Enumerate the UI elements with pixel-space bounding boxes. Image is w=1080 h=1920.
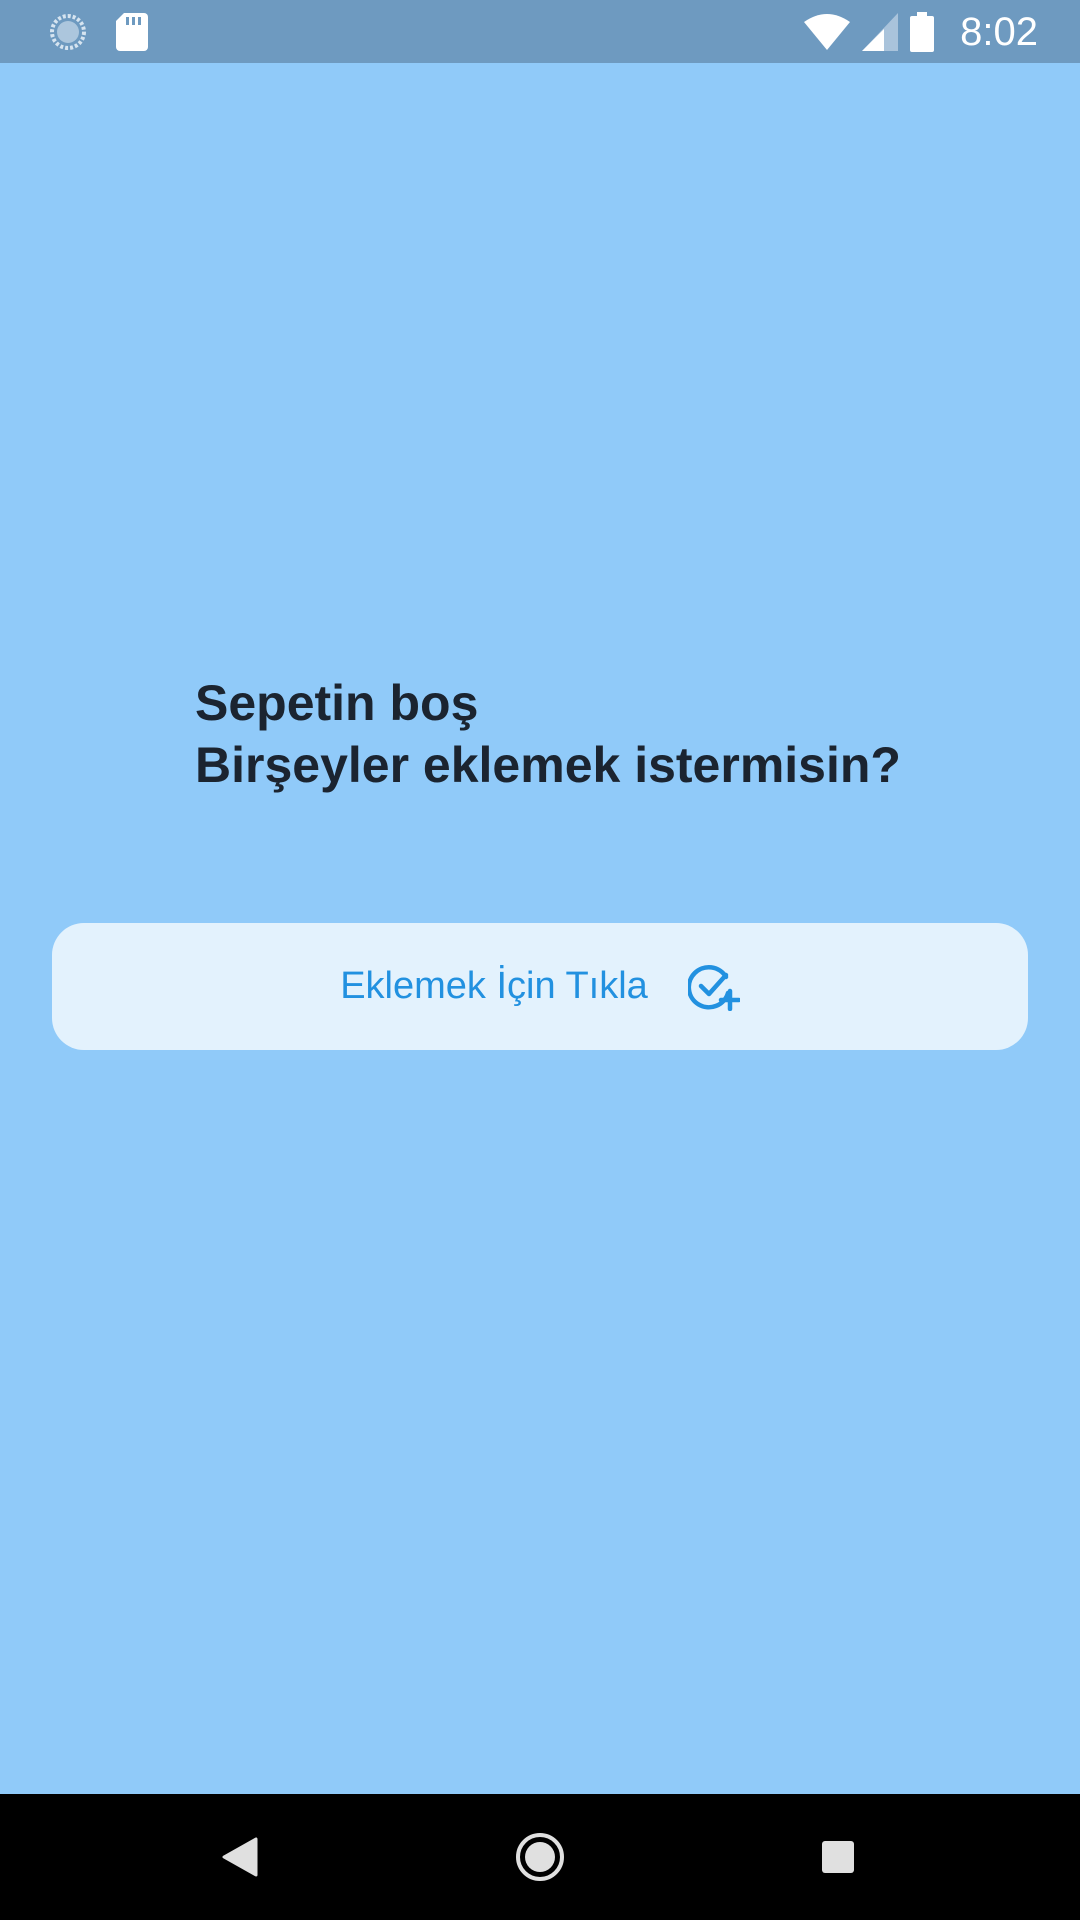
add-items-button[interactable]: Eklemek İçin Tıkla xyxy=(52,923,1028,1050)
recents-icon xyxy=(821,1840,855,1874)
home-icon xyxy=(514,1831,566,1883)
status-time: 8:02 xyxy=(960,9,1038,54)
check-circle-plus-icon xyxy=(687,963,740,1011)
loading-circle-icon xyxy=(48,12,88,52)
back-icon xyxy=(222,1837,258,1877)
empty-cart-title: Sepetin boş xyxy=(195,675,479,731)
back-button[interactable] xyxy=(170,1794,310,1920)
empty-cart-subtitle: Birşeyler eklemek istermisin? xyxy=(195,737,901,793)
recents-button[interactable] xyxy=(768,1794,908,1920)
status-right-icons: 8:02 xyxy=(804,8,1038,56)
sd-card-icon xyxy=(116,13,148,51)
status-left-icons xyxy=(48,10,148,54)
battery-icon xyxy=(910,12,935,52)
cell-signal-icon xyxy=(862,13,899,51)
status-bar: 8:02 xyxy=(0,0,1080,63)
home-button[interactable] xyxy=(470,1794,610,1920)
navigation-bar xyxy=(0,1794,1080,1920)
add-items-button-label: Eklemek İçin Tıkla xyxy=(340,965,648,1007)
empty-cart-message: Sepetin boş Birşeyler eklemek istermisin… xyxy=(195,672,901,796)
wifi-icon xyxy=(804,14,851,50)
